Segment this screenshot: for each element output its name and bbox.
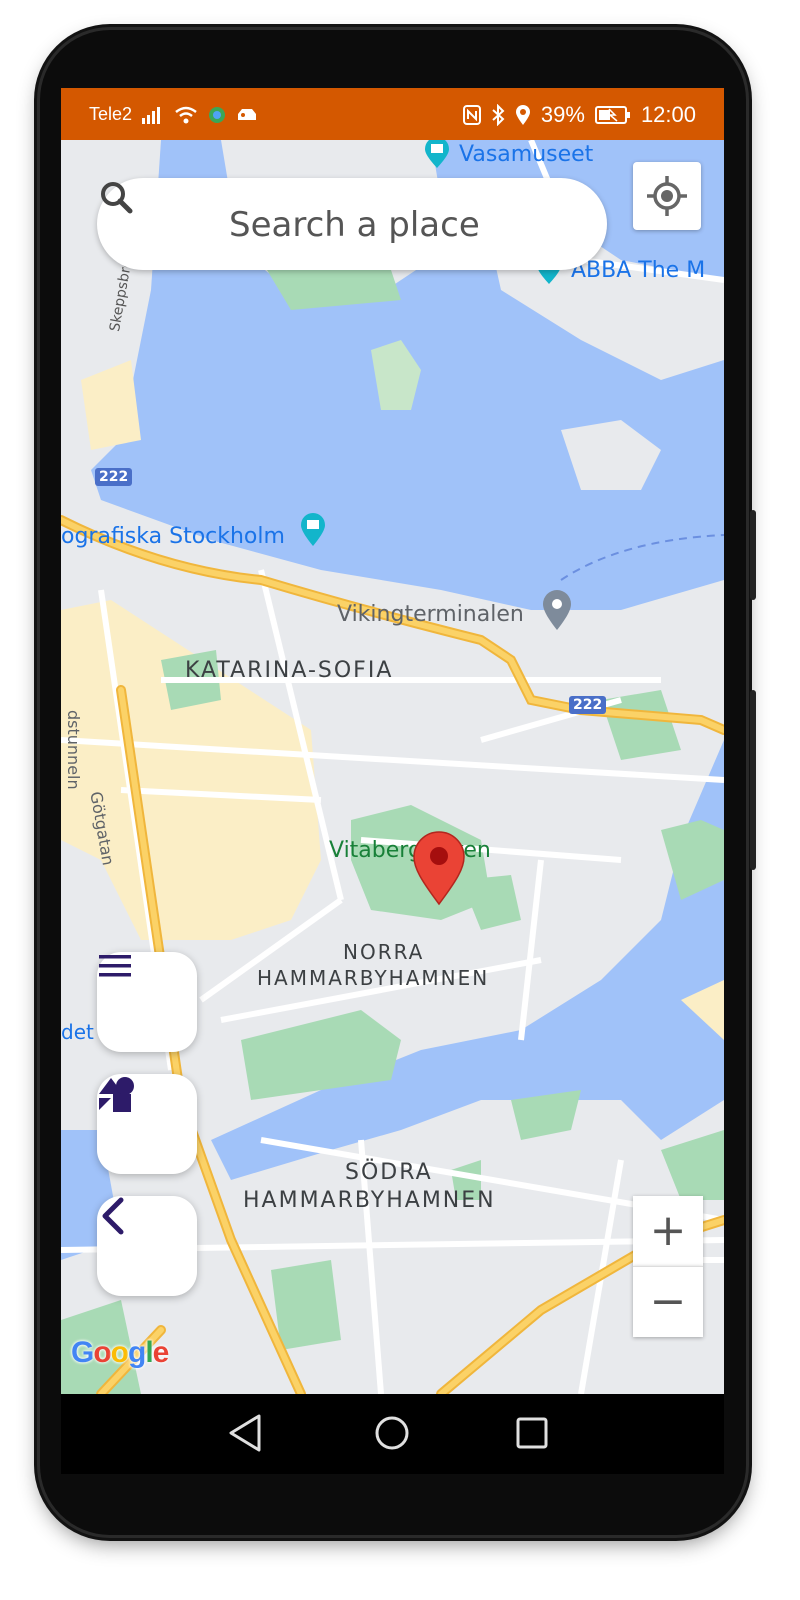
menu-button[interactable] [97,952,197,1052]
search-icon[interactable] [97,178,137,218]
label-norra-line1: NORRA [343,940,425,964]
location-icon [515,105,530,125]
vpn-globe-icon [209,106,226,123]
route-badge-222: 222 [569,696,607,714]
search-input[interactable] [227,196,591,254]
label-katarina-sofia: KATARINA-SOFIA [185,658,394,683]
shapes-icon [99,1077,134,1112]
phone-screen: Tele2 39% 12:00 Vasamuseet ABBA The M Sk… [61,88,724,1394]
layers-button[interactable] [97,1074,197,1174]
square-recents-icon[interactable] [507,1408,557,1458]
map-view[interactable]: Vasamuseet ABBA The M Skeppsbron 222 222… [61,140,724,1394]
label-edge: det [61,1020,94,1044]
zoom-out-button[interactable]: − [633,1266,703,1337]
battery-icon [594,106,630,124]
menu-icon [99,955,131,977]
clock: 12:00 [640,102,696,127]
signal-icon [142,106,161,124]
status-bar: Tele2 39% 12:00 [61,88,724,140]
wifi-icon [175,106,197,123]
my-location-button[interactable] [633,162,701,230]
game-icon [238,108,257,120]
zoom-in-button[interactable]: + [633,1196,703,1266]
battery-percent: 39% [540,102,585,127]
label-sodra-line2: HAMMARBYHAMNEN [243,1188,496,1213]
nfc-icon [462,105,481,125]
label-fotografiska[interactable]: ografiska Stockholm [61,524,285,549]
search-bar[interactable] [97,178,607,270]
route-badge-222: 222 [95,468,133,486]
zoom-out-label: − [649,1276,687,1327]
chevron-left-icon [102,1197,124,1235]
label-vasamuseet[interactable]: Vasamuseet [459,142,593,167]
zoom-in-label: + [649,1205,687,1256]
museum-pin-icon[interactable] [297,512,329,548]
bluetooth-icon [492,104,505,126]
carrier-label: Tele2 [89,104,133,124]
google-logo: Google [71,1336,169,1369]
map-pin-icon[interactable] [411,830,467,906]
my-location-icon [647,176,687,216]
label-vikingterminalen[interactable]: Vikingterminalen [337,602,524,627]
label-sodra-line1: SÖDRA [345,1160,433,1185]
label-sodstunneln: dstunneln [64,710,83,790]
back-button[interactable] [97,1196,197,1296]
power-button [750,690,756,870]
system-nav-bar [61,1394,724,1474]
museum-pin-icon[interactable] [421,140,453,170]
circle-home-icon[interactable] [367,1408,417,1458]
place-pin-icon[interactable] [539,588,575,632]
label-norra-line2: HAMMARBYHAMNEN [257,966,490,990]
triangle-back-icon[interactable] [221,1408,271,1458]
volume-button [750,510,756,600]
label-abba-museum[interactable]: ABBA The M [571,258,705,283]
